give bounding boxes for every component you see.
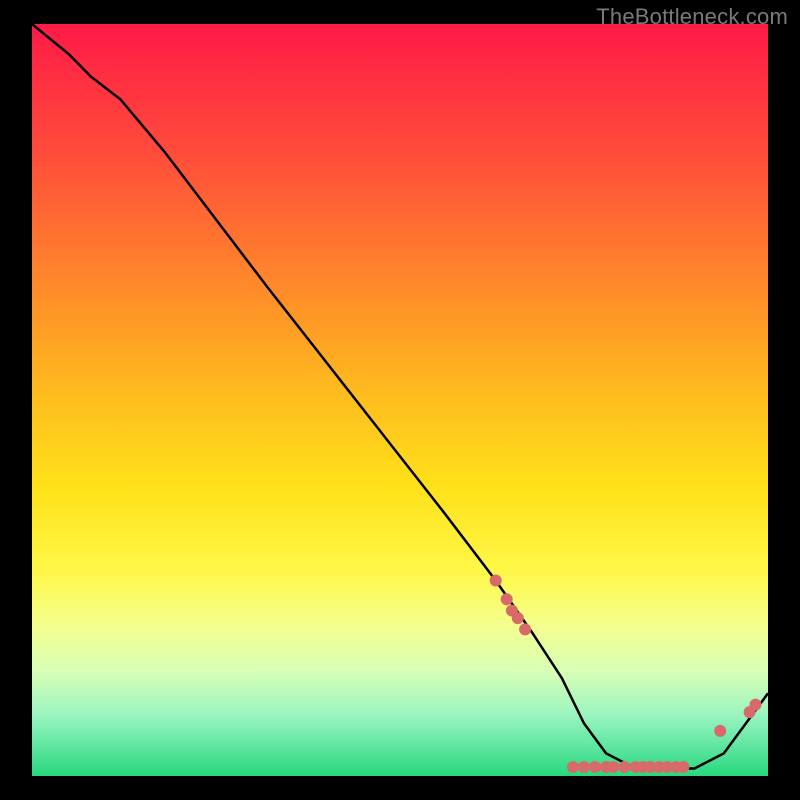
data-marker xyxy=(519,623,531,635)
data-marker xyxy=(607,761,619,773)
data-marker xyxy=(567,761,579,773)
data-marker xyxy=(501,593,513,605)
data-marker xyxy=(619,761,631,773)
data-marker xyxy=(677,761,689,773)
data-marker xyxy=(512,612,524,624)
data-marker xyxy=(578,761,590,773)
data-marker xyxy=(490,575,502,587)
data-marker xyxy=(750,699,762,711)
data-marker xyxy=(714,725,726,737)
data-marker xyxy=(589,761,601,773)
chart-overlay xyxy=(32,24,768,776)
watermark-text: TheBottleneck.com xyxy=(596,4,788,30)
curve-line xyxy=(32,24,768,769)
chart-frame: TheBottleneck.com xyxy=(0,0,800,800)
